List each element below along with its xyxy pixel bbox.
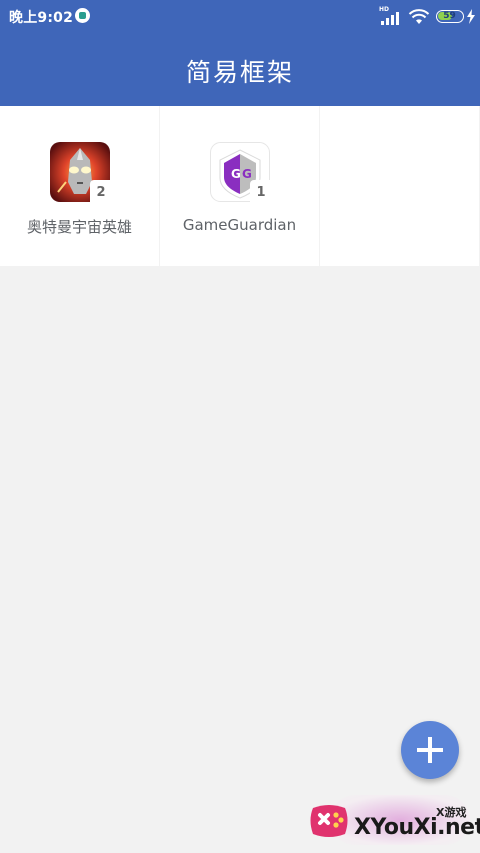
watermark-main-text: XYouXi.net (354, 815, 480, 840)
empty-tile (320, 106, 479, 266)
notification-app-icon (75, 8, 90, 23)
wifi-icon (408, 9, 430, 24)
app-name: GameGuardian (182, 216, 297, 234)
app-name: 奥特曼宇宙英雄 (26, 218, 132, 236)
watermark: X游戏 XYouXi.net (305, 793, 480, 853)
app-tile-ultraman[interactable]: 2 奥特曼宇宙英雄 (0, 106, 159, 266)
charging-icon (467, 9, 475, 24)
battery-level: 59 (443, 11, 456, 21)
app-tile-gameguardian[interactable]: G G 1 GameGuardian (160, 106, 319, 266)
add-app-button[interactable] (401, 721, 459, 779)
app-count-badge: 1 (250, 180, 272, 202)
status-time: 晚上9:02 (9, 10, 74, 26)
ultraman-icon: 2 (50, 142, 112, 202)
app-grid: 2 奥特曼宇宙英雄 G G 1 GameGuardian (0, 106, 480, 266)
gamepad-logo-icon (310, 805, 348, 837)
svg-text:G: G (231, 167, 241, 181)
svg-text:G: G (242, 167, 252, 181)
signal-icon (381, 12, 399, 25)
battery-icon: 59 (436, 10, 464, 23)
status-bar: 晚上9:02 HD 59 (0, 0, 480, 33)
page-title: 简易框架 (185, 58, 294, 87)
app-count-badge: 2 (90, 180, 112, 202)
gameguardian-icon: G G 1 (210, 142, 272, 202)
app-bar: 简易框架 (0, 33, 480, 106)
